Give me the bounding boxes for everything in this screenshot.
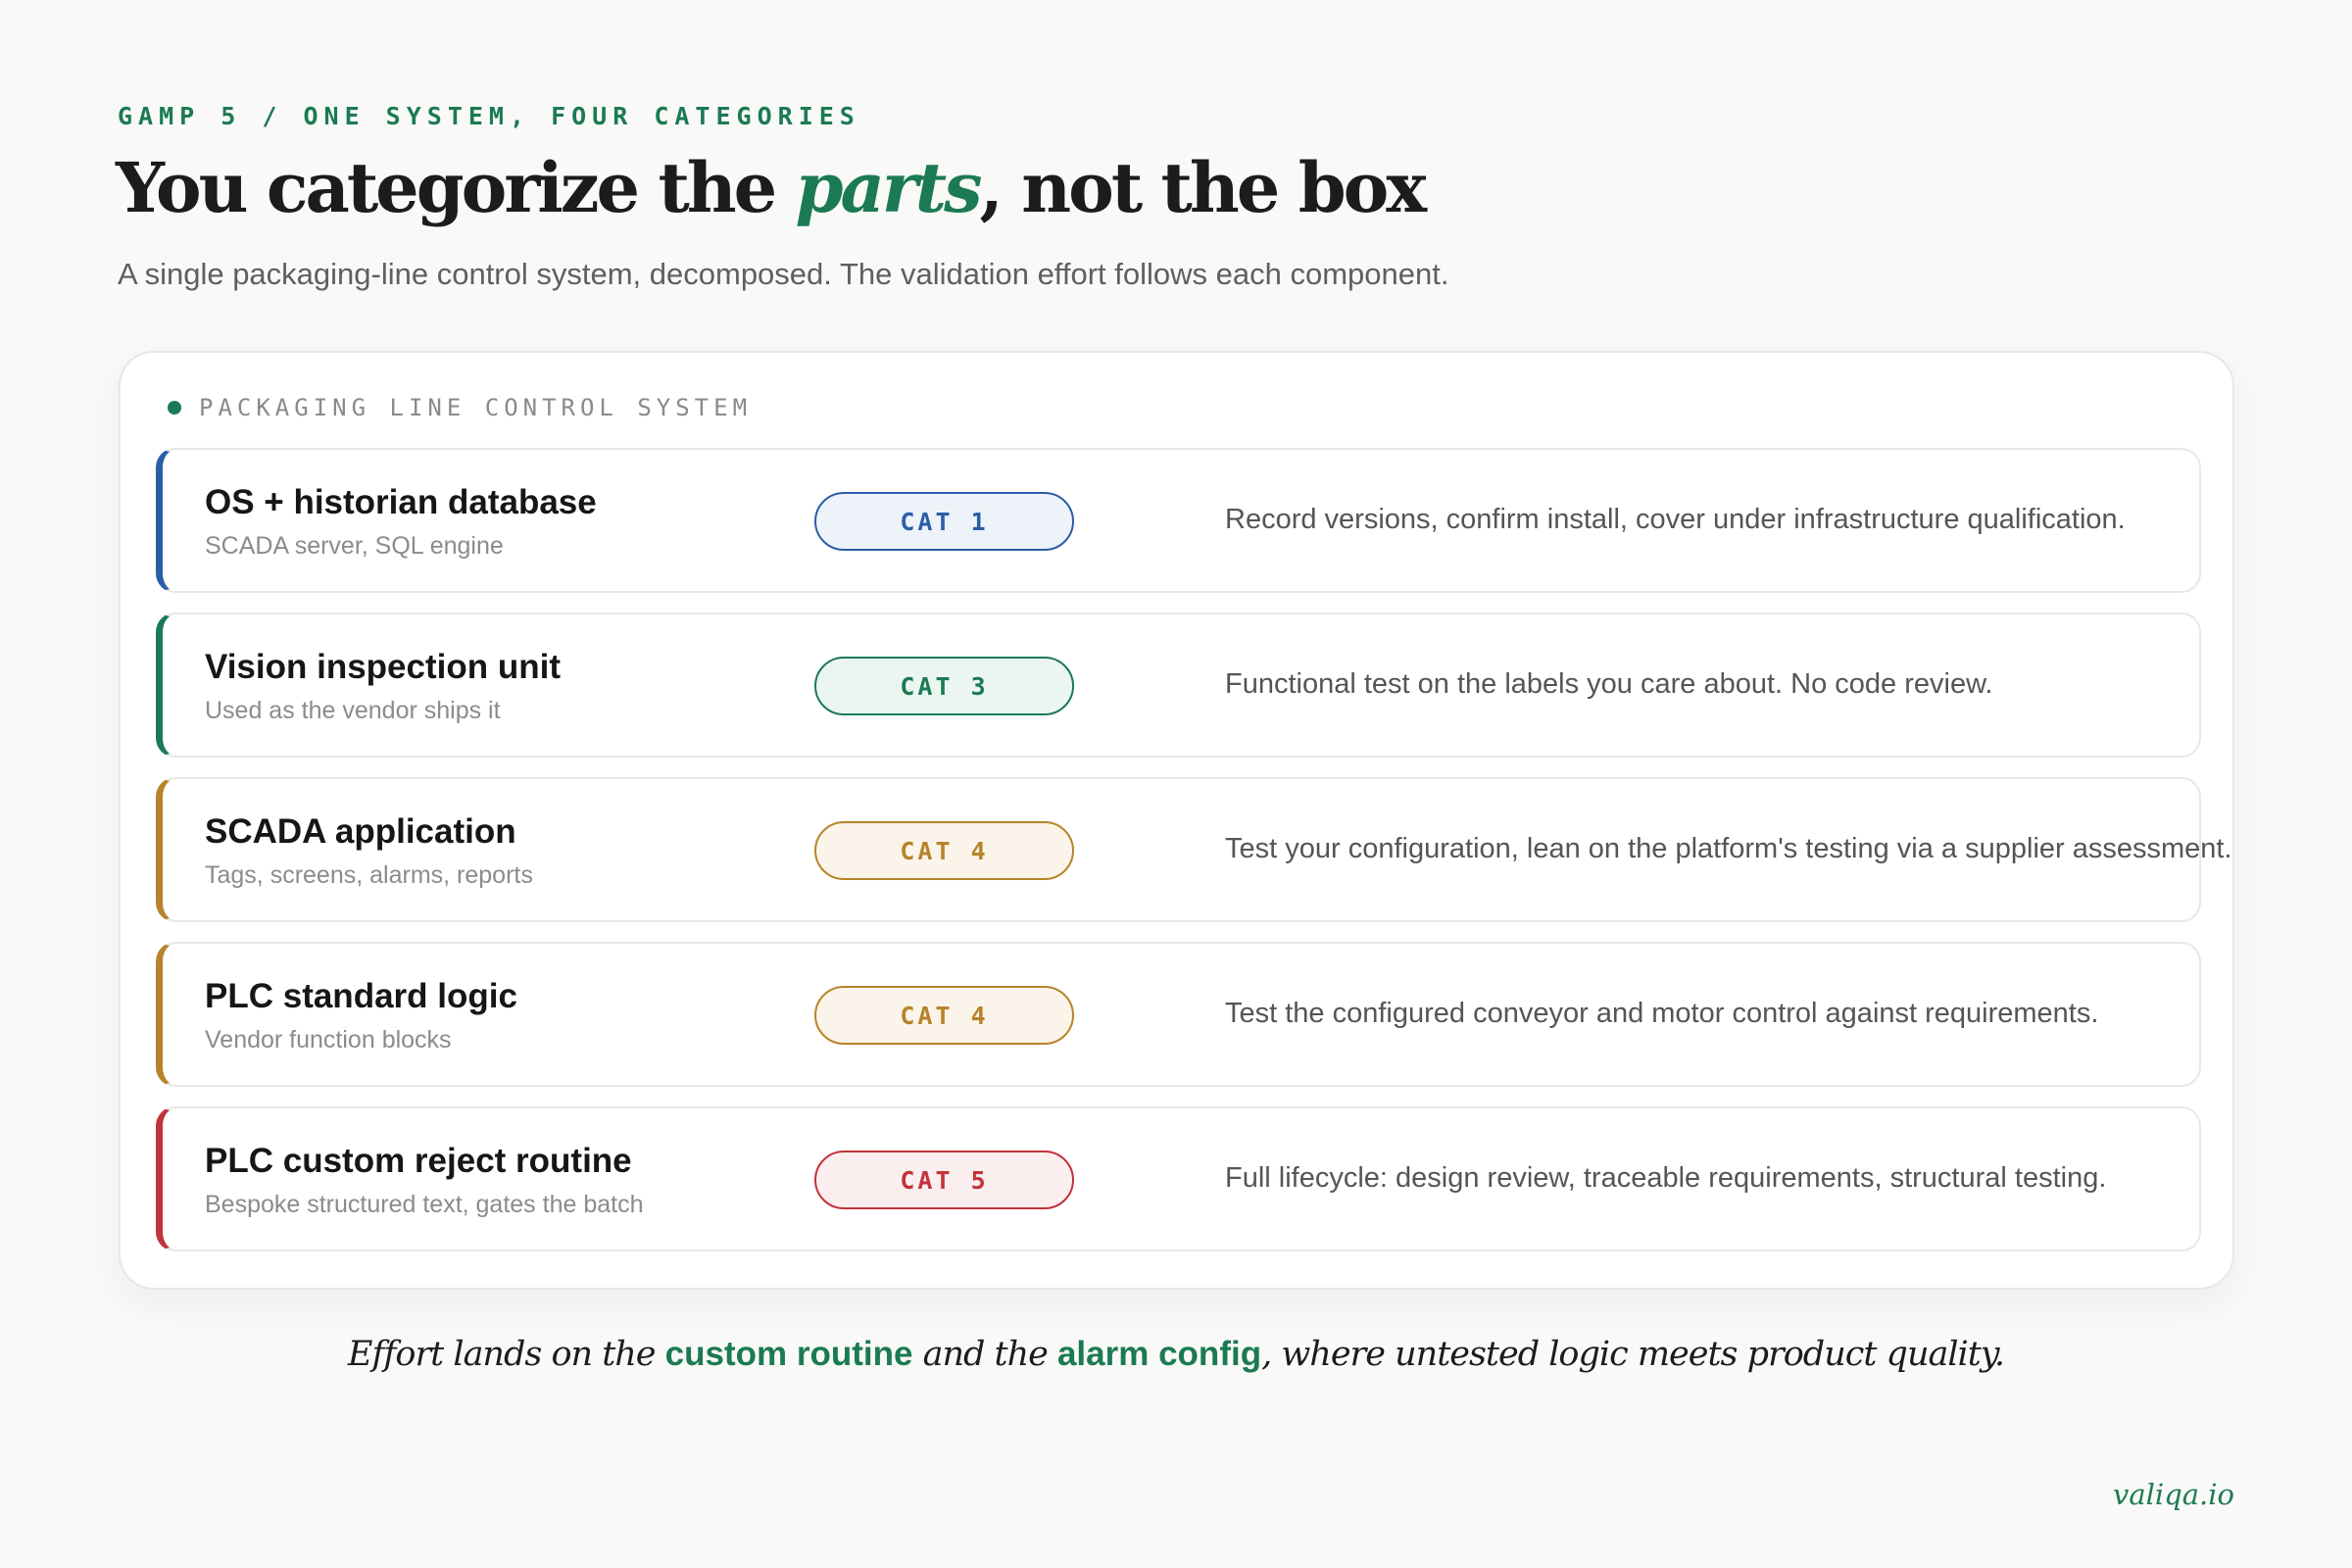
component-title: PLC custom reject routine xyxy=(205,1142,632,1180)
panel-label-text: PACKAGING LINE CONTROL SYSTEM xyxy=(199,394,753,421)
component-row: SCADA application Tags, screens, alarms,… xyxy=(156,777,2232,922)
component-description: Full lifecycle: design review, traceable… xyxy=(1225,1162,2107,1194)
component-title: PLC standard logic xyxy=(205,977,517,1015)
category-badge: CAT 4 xyxy=(814,986,1074,1045)
brand-mark: valiqa.io xyxy=(2112,1478,2234,1511)
category-badge: CAT 3 xyxy=(814,657,1074,715)
component-subtitle: SCADA server, SQL engine xyxy=(205,532,504,560)
system-panel: PACKAGING LINE CONTROL SYSTEM OS + histo… xyxy=(119,351,2234,1290)
category-badge: CAT 5 xyxy=(814,1151,1074,1209)
component-subtitle: Tags, screens, alarms, reports xyxy=(205,861,533,889)
page-title: You categorize the parts, not the box xyxy=(116,147,1428,228)
footnote-text: and the xyxy=(912,1335,1057,1374)
component-description: Test the configured conveyor and motor c… xyxy=(1225,998,2099,1029)
footnote-text: , where untested logic meets product qua… xyxy=(1261,1335,2005,1374)
component-subtitle: Vendor function blocks xyxy=(205,1026,452,1054)
footnote-highlight-custom-routine: custom routine xyxy=(664,1335,913,1373)
category-badge: CAT 1 xyxy=(814,492,1074,551)
component-row: PLC custom reject routine Bespoke struct… xyxy=(156,1106,2201,1251)
title-accent: parts xyxy=(795,147,983,228)
title-text-before: You categorize the xyxy=(116,147,796,228)
component-subtitle: Used as the vendor ships it xyxy=(205,697,501,724)
component-row: PLC standard logic Vendor function block… xyxy=(156,942,2201,1087)
component-subtitle: Bespoke structured text, gates the batch xyxy=(205,1191,644,1218)
component-row: OS + historian database SCADA server, SQ… xyxy=(156,448,2201,593)
component-title: SCADA application xyxy=(205,812,516,851)
status-dot-icon xyxy=(168,401,181,415)
component-description: Test your configuration, lean on the pla… xyxy=(1225,833,2232,864)
footnote-highlight-alarm-config: alarm config xyxy=(1056,1335,1262,1373)
component-description: Functional test on the labels you care a… xyxy=(1225,668,1993,700)
page-subtitle: A single packaging-line control system, … xyxy=(118,257,1449,291)
title-text-after: , not the box xyxy=(979,147,1428,228)
eyebrow: GAMP 5 / ONE SYSTEM, FOUR CATEGORIES xyxy=(118,102,860,130)
panel-label: PACKAGING LINE CONTROL SYSTEM xyxy=(168,394,752,421)
component-description: Record versions, confirm install, cover … xyxy=(1225,504,2126,535)
component-row: Vision inspection unit Used as the vendo… xyxy=(156,612,2201,758)
component-title: OS + historian database xyxy=(205,483,597,521)
component-title: Vision inspection unit xyxy=(205,648,561,686)
footnote-text: Effort lands on the xyxy=(347,1335,665,1374)
footnote: Effort lands on the custom routine and t… xyxy=(0,1335,2352,1374)
category-badge: CAT 4 xyxy=(814,821,1074,880)
